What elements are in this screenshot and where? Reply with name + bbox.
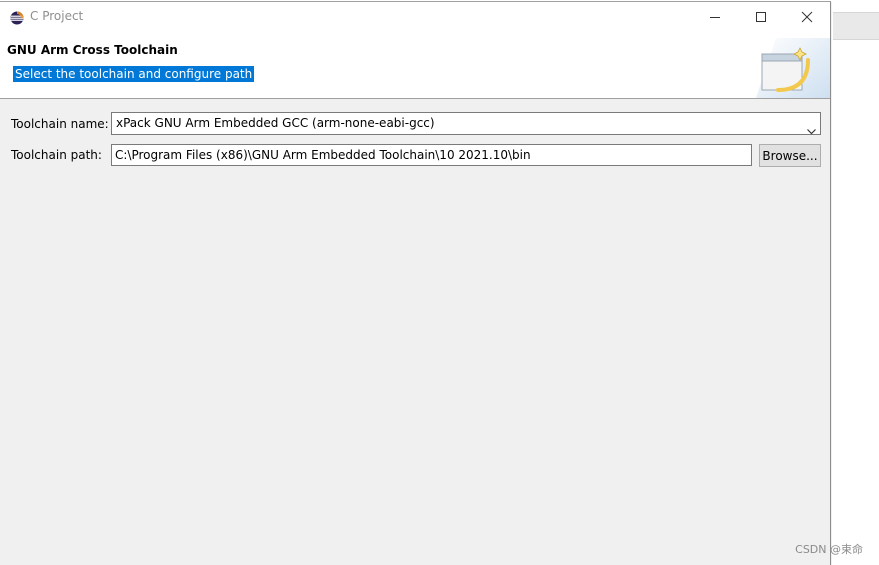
background-window [832,0,879,565]
screen: C Project GNU Arm Cross Toolchain Select… [0,0,879,565]
toolchain-path-label: Toolchain path: [11,148,102,162]
page-title: GNU Arm Cross Toolchain [7,43,178,57]
browse-button[interactable]: Browse... [759,144,821,167]
close-button[interactable] [784,2,830,32]
minimize-icon [710,17,720,18]
toolchain-name-combo[interactable]: xPack GNU Arm Embedded GCC (arm-none-eab… [111,112,821,135]
c-project-dialog: C Project GNU Arm Cross Toolchain Select… [0,1,831,565]
background-toolbar-strip [833,12,879,40]
toolchain-name-value: xPack GNU Arm Embedded GCC (arm-none-eab… [116,116,435,130]
title-bar[interactable]: C Project [0,2,830,32]
toolchain-name-label: Toolchain name: [11,117,109,131]
wizard-header: GNU Arm Cross Toolchain Select the toolc… [0,32,830,99]
page-description: Select the toolchain and configure path [13,66,255,82]
eclipse-icon [10,10,24,25]
wizard-banner-icon [756,38,830,98]
maximize-icon [756,12,766,22]
toolchain-path-input[interactable] [111,144,752,166]
close-icon [801,11,813,23]
chevron-down-icon[interactable] [807,120,816,139]
maximize-button[interactable] [738,2,784,32]
window-title: C Project [30,9,84,23]
watermark: CSDN @束命 [795,543,863,556]
minimize-button[interactable] [692,2,738,32]
